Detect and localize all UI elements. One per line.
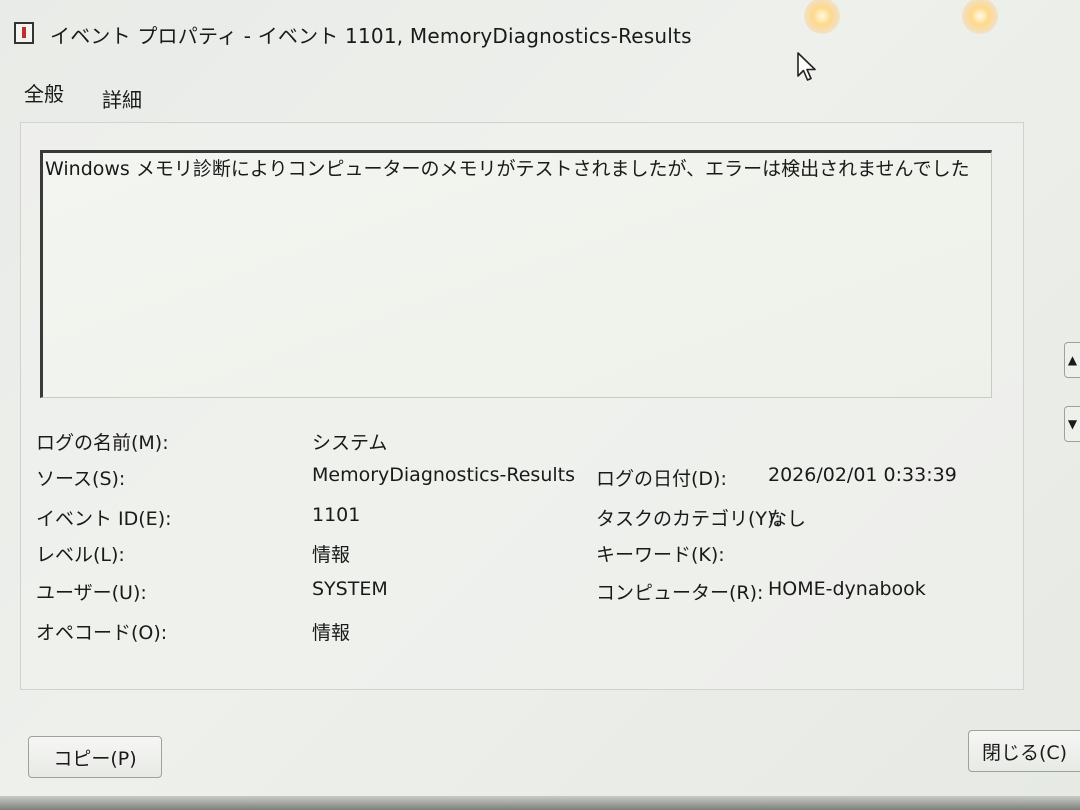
tab-strip: 全般 詳細 <box>0 72 1080 114</box>
tab-details[interactable]: 詳細 <box>102 84 142 113</box>
source-label: ソース(S): <box>36 468 126 490</box>
screen-bottom-bezel <box>0 796 1080 810</box>
event-id-label: イベント ID(E): <box>36 508 172 530</box>
title-bar: イベント プロパティ - イベント 1101, MemoryDiagnostic… <box>0 0 1080 62</box>
event-description-box[interactable]: Windows メモリ診断によりコンピューターのメモリがテストされましたが、エラ… <box>40 150 992 398</box>
close-button[interactable]: 閉じる(C) <box>968 730 1080 772</box>
up-arrow-icon[interactable]: ▲ <box>1064 342 1080 378</box>
logged-value: 2026/02/01 0:33:39 <box>768 464 957 486</box>
event-properties-window: イベント プロパティ - イベント 1101, MemoryDiagnostic… <box>0 0 1080 810</box>
log-name-value: システム <box>312 432 388 454</box>
user-label: ユーザー(U): <box>36 582 147 604</box>
copy-button[interactable]: コピー(P) <box>28 736 162 778</box>
log-name-label: ログの名前(M): <box>36 432 169 454</box>
event-viewer-icon <box>14 22 34 44</box>
window-title: イベント プロパティ - イベント 1101, MemoryDiagnostic… <box>50 24 692 48</box>
task-category-label: タスクのカテゴリ(Y): <box>596 508 781 530</box>
task-category-value: なし <box>768 508 807 530</box>
keywords-label: キーワード(K): <box>596 544 725 566</box>
opcode-value: 情報 <box>312 622 351 644</box>
level-value: 情報 <box>312 544 351 566</box>
user-value: SYSTEM <box>312 578 388 600</box>
opcode-label: オペコード(O): <box>36 622 168 644</box>
event-id-value: 1101 <box>312 504 361 526</box>
down-arrow-icon[interactable]: ▼ <box>1064 406 1080 442</box>
computer-value: HOME-dynabook <box>768 578 926 600</box>
logged-label: ログの日付(D): <box>596 468 727 490</box>
source-value: MemoryDiagnostics-Results <box>312 464 575 486</box>
level-label: レベル(L): <box>36 544 125 566</box>
computer-label: コンピューター(R): <box>596 582 764 604</box>
tab-general[interactable]: 全般 <box>24 78 64 107</box>
